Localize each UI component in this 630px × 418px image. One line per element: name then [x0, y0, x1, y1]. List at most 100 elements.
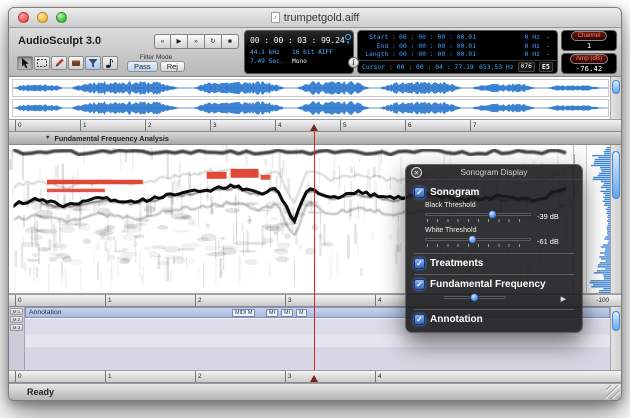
annotation-checkbox[interactable]: ✓	[414, 314, 425, 325]
status-text: Ready	[27, 387, 55, 397]
channel-mode: Mono	[292, 58, 307, 65]
end-row: End : 00 : 00 : 00 : 00.01 0 Hz -	[362, 42, 553, 50]
ruler-tick: 0	[15, 120, 80, 131]
start-note: -	[546, 32, 550, 41]
cursor-row: Cursor : 00 : 00 : 04 : 77.19 653.53 Hz …	[358, 60, 557, 73]
note-tool[interactable]	[102, 56, 118, 70]
filter-mode-cluster: Filter Mode Pass Rej	[127, 54, 185, 72]
duration: 7.49 Sec.	[250, 58, 284, 65]
play-button[interactable]: ▶	[171, 33, 188, 49]
close-icon[interactable]: ✕	[411, 167, 422, 178]
ruler-tick: 1	[105, 295, 195, 306]
end-freq: 0 Hz	[524, 41, 540, 50]
cursor-label: Cursor :	[362, 63, 393, 71]
info-button[interactable]: i	[348, 57, 359, 68]
ruler-tick: 2	[145, 120, 210, 131]
start-row: Start : 00 : 00 : 00 : 00.01 0 Hz -	[362, 33, 553, 41]
stop-button[interactable]: ■	[222, 33, 239, 49]
time-display: 00 : 00 : 03 : 99.24	[250, 35, 345, 45]
zoom-window-button[interactable]	[56, 12, 67, 23]
cursor-time: 00 : 00 : 04 : 77.19	[396, 63, 474, 71]
annotation-marker[interactable]: M	[296, 309, 307, 317]
ruler-tick: 1	[105, 371, 195, 382]
divider	[414, 253, 574, 254]
start-freq: 0 Hz	[524, 32, 540, 41]
slider-ticks	[427, 219, 529, 222]
titlebar[interactable]: ♪ trumpetgold.aiff	[9, 8, 621, 28]
slider-thumb[interactable]	[487, 210, 497, 219]
sonogram-header[interactable]: ▼ Fundamental Frequency Analysis	[9, 132, 621, 145]
track-mute-toggle[interactable]: M 1	[10, 308, 23, 315]
ruler-tick: 4	[275, 120, 340, 131]
pencil-tool[interactable]	[51, 56, 67, 70]
disclosure-triangle-icon[interactable]: ▼	[45, 135, 50, 141]
tool-palette	[17, 56, 118, 70]
slider-track	[425, 238, 531, 241]
sonogram-checkbox[interactable]: ✓	[414, 187, 425, 198]
window-title: ♪ trumpetgold.aiff	[9, 8, 621, 27]
white-threshold-slider[interactable]	[425, 235, 531, 248]
fundamental-frequency-checkbox[interactable]: ✓	[414, 279, 425, 290]
slider-thumb[interactable]	[469, 293, 479, 302]
sonogram-zoom-scrollbar[interactable]	[610, 145, 621, 293]
loop-button[interactable]: ↻	[205, 33, 222, 49]
filter-rej-button[interactable]: Rej	[159, 61, 185, 72]
filter-tool[interactable]	[85, 56, 101, 70]
length-time: 00 : 00 : 00 : 00.01	[399, 50, 476, 59]
length-row: Length : 00 : 00 : 00 : 00.01 0 Hz -	[362, 50, 553, 58]
resize-grip[interactable]	[606, 385, 620, 399]
close-window-button[interactable]	[18, 12, 29, 23]
white-threshold-label: White Threshold	[425, 226, 477, 234]
eraser-tool[interactable]	[68, 56, 84, 70]
annotation-marker[interactable]: MI	[266, 309, 278, 317]
check-icon: ✓	[416, 187, 423, 197]
waveform-strip[interactable]	[12, 99, 609, 117]
treatments-section-label: Treatments	[430, 258, 484, 269]
hud-titlebar[interactable]: ✕ Sonogram Display	[406, 165, 582, 180]
playhead-marker[interactable]	[310, 375, 318, 382]
channel-badge: Channel 1	[561, 30, 617, 51]
sonogram-scroll-thumb[interactable]	[612, 151, 620, 199]
black-threshold-slider[interactable]	[425, 210, 531, 223]
fundamental-frequency-slider[interactable]	[444, 293, 506, 304]
annotation-scroll-thumb[interactable]	[612, 311, 620, 331]
annotation-scrollbar[interactable]	[610, 307, 621, 370]
annotation-marker[interactable]: MIDI M	[232, 309, 256, 317]
amp-badge: Amp (dB) -76.42	[561, 53, 617, 74]
cursor-midi: 076	[517, 62, 535, 72]
sonogram-section-label: Sonogram	[430, 187, 480, 198]
check-icon: ✓	[416, 258, 423, 268]
app-name: AudioSculpt 3.0	[18, 35, 102, 47]
end-label: End :	[376, 41, 396, 50]
waveform-strip[interactable]	[12, 79, 609, 97]
selection-tool[interactable]	[34, 56, 50, 70]
minimize-window-button[interactable]	[37, 12, 48, 23]
annotation-ruler[interactable]: 0 1 2 3 4	[9, 370, 621, 383]
status-bar: Ready	[9, 383, 621, 400]
slider-thumb[interactable]	[467, 235, 477, 244]
playback-cursor-line[interactable]	[314, 132, 315, 370]
rewind-button[interactable]: «	[154, 33, 171, 49]
overview-scroll-thumb[interactable]	[612, 80, 620, 94]
cursor-note: E5	[538, 62, 553, 72]
track-mute-toggle[interactable]: M 2	[10, 316, 23, 323]
ruler-tick: 0	[15, 371, 105, 382]
annotation-marker[interactable]: MI	[281, 309, 293, 317]
treatments-checkbox[interactable]: ✓	[414, 258, 425, 269]
time-format-menu[interactable]: ▾	[345, 34, 351, 46]
playhead-marker[interactable]	[310, 124, 318, 131]
start-label: Start :	[369, 32, 396, 41]
filter-pass-button[interactable]: Pass	[127, 61, 158, 72]
track-mute-toggle[interactable]: M 3	[10, 324, 23, 331]
overview-scrollbar[interactable]	[610, 77, 621, 119]
slider-track	[425, 213, 531, 216]
ruler-tick: 7	[470, 120, 535, 131]
forward-button[interactable]: »	[188, 33, 205, 49]
disclosure-right-icon[interactable]: ▶	[561, 295, 566, 303]
ruler-tick: 3	[285, 295, 375, 306]
black-threshold-label: Black Threshold	[425, 201, 476, 209]
overview-ruler[interactable]: 0 1 2 3 4 5 6 7	[9, 119, 621, 132]
pointer-tool[interactable]	[17, 56, 33, 70]
ruler-tick: 2	[195, 371, 285, 382]
length-label: Length :	[365, 50, 396, 59]
